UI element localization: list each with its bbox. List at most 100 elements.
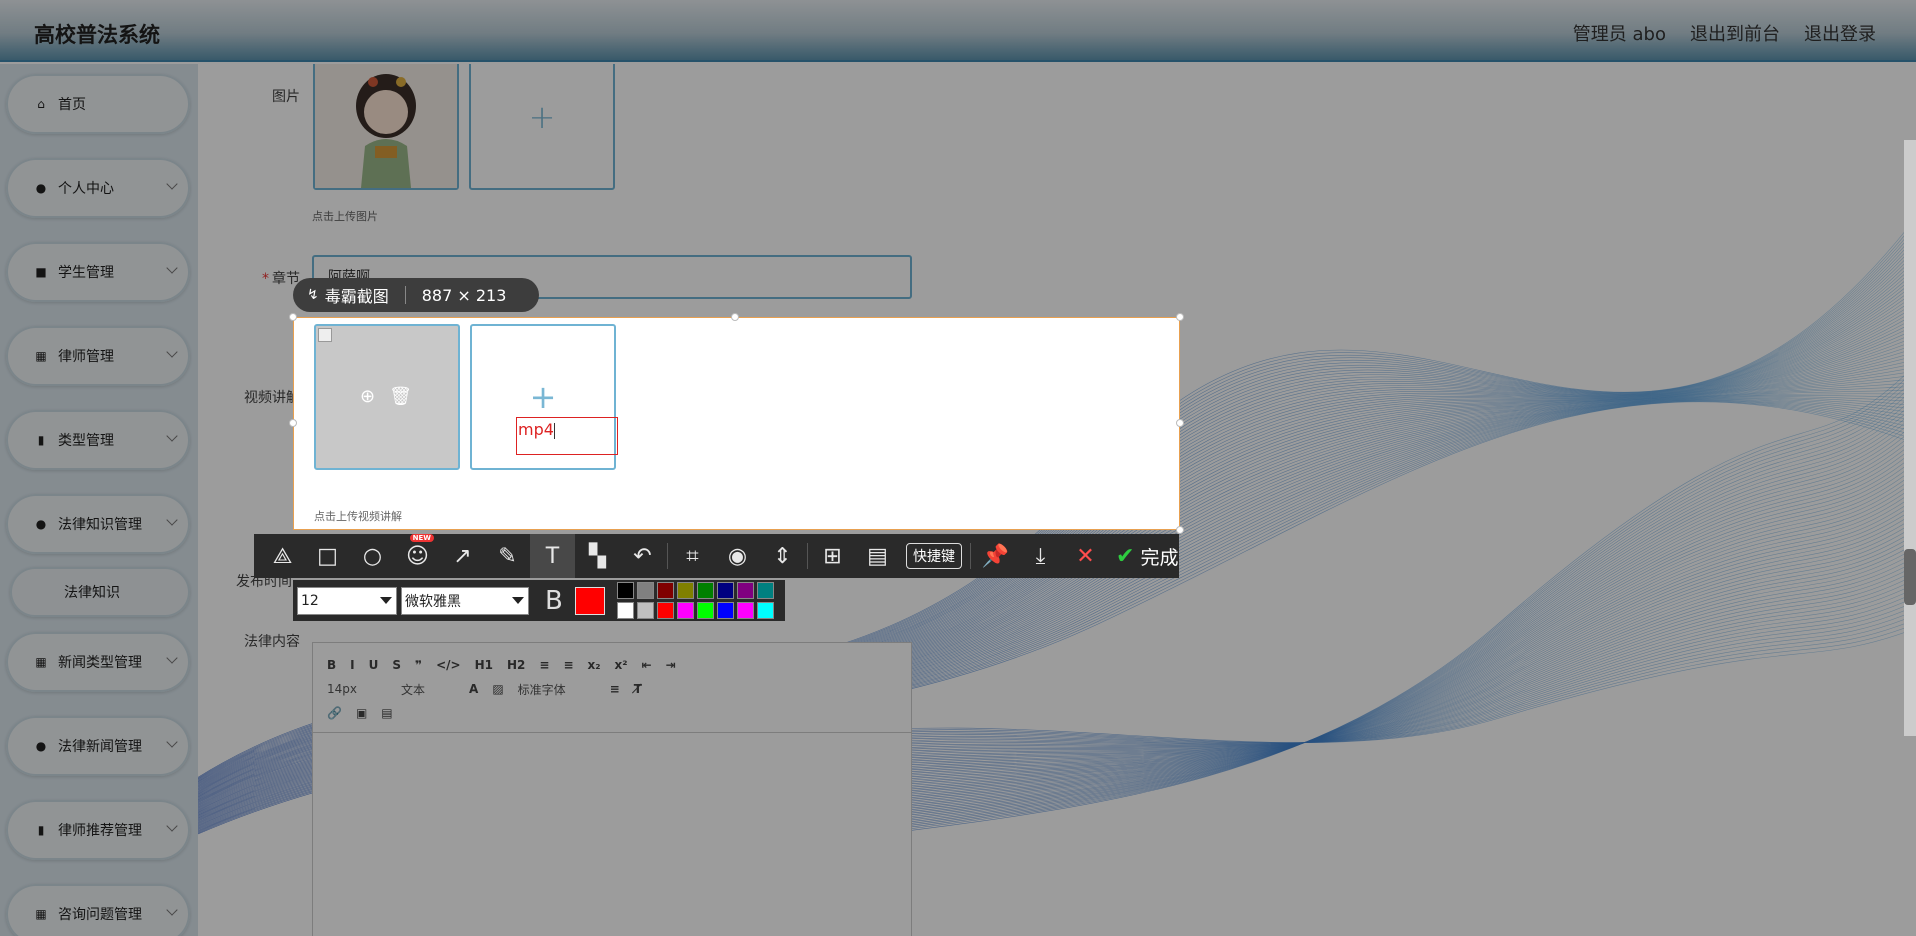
color-swatch[interactable] <box>676 602 694 619</box>
color-swatch[interactable] <box>616 602 634 619</box>
color-swatch[interactable] <box>736 602 754 619</box>
done-button[interactable]: ✔ 完成 <box>1116 543 1178 570</box>
editor-underline-button[interactable]: U <box>369 658 379 672</box>
text-style-select[interactable]: 文本 <box>401 681 425 698</box>
sidebar-item-types[interactable]: ▮ 类型管理 <box>6 410 190 470</box>
uploaded-video-thumbnail[interactable]: ⊕ 🗑 <box>314 324 460 470</box>
color-swatch[interactable] <box>756 602 774 619</box>
resize-handle-br[interactable] <box>1176 526 1184 534</box>
resize-handle-l[interactable] <box>289 419 297 427</box>
sidebar-item-news-types[interactable]: ▦ 新闻类型管理 <box>6 632 190 692</box>
download-button[interactable]: ⤓ <box>1018 534 1063 578</box>
editor-superscript-button[interactable]: x² <box>615 658 628 672</box>
sidebar-item-students[interactable]: ■ 学生管理 <box>6 242 190 302</box>
pin-button[interactable]: 📌 <box>973 534 1018 578</box>
current-color-swatch[interactable] <box>574 586 605 615</box>
marker-tool-button[interactable]: ✎ <box>485 534 530 578</box>
font-family-dropdown[interactable]: 微软雅黑 <box>401 586 529 615</box>
resize-handle-tl[interactable] <box>289 313 297 321</box>
editor-code-button[interactable]: </> <box>436 658 461 672</box>
arrow-tool-button[interactable]: ↗ <box>440 534 485 578</box>
color-swatch[interactable] <box>656 582 674 599</box>
font-family-select[interactable]: 标准字体 <box>518 681 566 698</box>
shape-tool-button[interactable]: ⟁ <box>260 534 305 578</box>
align-icon[interactable]: ≡ <box>610 682 620 696</box>
sidebar-item-law-news[interactable]: ● 法律新闻管理 <box>6 716 190 776</box>
editor-h2-button[interactable]: H2 <box>507 658 525 672</box>
resize-handle-t[interactable] <box>731 313 739 321</box>
exit-to-front-link[interactable]: 退出到前台 <box>1690 20 1780 46</box>
editor-bold-button[interactable]: B <box>327 658 336 672</box>
text-tool-button[interactable]: T <box>530 534 575 578</box>
sidebar-item-law-knowledge-mgmt[interactable]: ● 法律知识管理 <box>6 494 190 554</box>
resize-handle-r[interactable] <box>1176 419 1184 427</box>
chevron-down-icon <box>166 178 178 190</box>
editor-italic-button[interactable]: I <box>350 658 354 672</box>
add-screenshot-button[interactable]: ⊞ <box>810 534 855 578</box>
rich-text-editor[interactable]: B I U S ❞ </> H1 H2 ≡ ≡ x₂ x² ⇤ ⇥ 14px 文本 A ▨ 标准字体 ≡ … <box>312 642 912 936</box>
chevron-down-icon <box>166 736 178 748</box>
color-swatch[interactable] <box>736 582 754 599</box>
editor-indent-button[interactable]: ⇥ <box>666 658 676 672</box>
cancel-button[interactable]: ✕ <box>1063 534 1108 578</box>
shortcut-button[interactable]: 快捷键 <box>906 543 962 569</box>
editor-outdent-button[interactable]: ⇤ <box>642 658 652 672</box>
sidebar-item-consult-questions[interactable]: ▦ 咨询问题管理 <box>6 884 190 936</box>
uploaded-image-thumbnail[interactable] <box>313 64 459 190</box>
color-swatch[interactable] <box>696 602 714 619</box>
user-icon: ● <box>35 739 47 753</box>
editor-quote-button[interactable]: ❞ <box>415 658 422 672</box>
editor-strike-button[interactable]: S <box>392 658 401 672</box>
sidebar-subitem-law-knowledge[interactable]: 法律知识 <box>10 567 190 617</box>
color-swatch[interactable] <box>716 582 734 599</box>
font-color-icon[interactable]: A <box>469 682 478 696</box>
logout-link[interactable]: 退出登录 <box>1804 20 1876 46</box>
color-swatch[interactable] <box>676 582 694 599</box>
background-color-icon[interactable]: ▨ <box>492 682 503 696</box>
text-annotation[interactable]: mp4 <box>516 417 618 455</box>
admin-user-link[interactable]: 管理员 abo <box>1573 20 1666 46</box>
editor-bullet-list-button[interactable]: ≡ <box>563 658 573 672</box>
emoji-tool-button[interactable]: ☺ NEW <box>395 534 440 578</box>
sidebar-item-lawyer-recommend[interactable]: ▮ 律师推荐管理 <box>6 800 190 860</box>
editor-h1-button[interactable]: H1 <box>475 658 493 672</box>
sidebar-item-label: 新闻类型管理 <box>58 655 142 671</box>
font-size-value: 12 <box>301 592 319 609</box>
clear-format-icon[interactable]: T̸ <box>634 682 642 696</box>
scrollbar-thumb[interactable] <box>1904 549 1916 605</box>
color-swatch[interactable] <box>716 602 734 619</box>
color-swatch[interactable] <box>696 582 714 599</box>
sidebar-item-personal-center[interactable]: ● 个人中心 <box>6 158 190 218</box>
color-swatch[interactable] <box>616 582 634 599</box>
ocr-button[interactable]: ⌗ <box>670 534 715 578</box>
color-swatch[interactable] <box>656 602 674 619</box>
bold-toggle-button[interactable]: B <box>545 586 563 616</box>
resize-handle-tr[interactable] <box>1176 313 1184 321</box>
undo-button[interactable]: ↶ <box>620 534 665 578</box>
delete-icon[interactable]: 🗑 <box>389 386 412 407</box>
comment-button[interactable]: ▤ <box>855 534 900 578</box>
image-icon[interactable]: ▣ <box>356 706 367 720</box>
sidebar-item-home[interactable]: ⌂ 首页 <box>6 74 190 134</box>
font-size-dropdown[interactable]: 12 <box>297 586 397 615</box>
zoom-in-icon[interactable]: ⊕ <box>360 386 375 407</box>
long-screenshot-button[interactable]: ⇕ <box>760 534 805 578</box>
editor-subscript-button[interactable]: x₂ <box>588 658 601 672</box>
font-size-select[interactable]: 14px <box>327 682 357 696</box>
sidebar-item-lawyers[interactable]: ▦ 律师管理 <box>6 326 190 386</box>
link-icon[interactable]: 🔗 <box>327 706 342 720</box>
page-scrollbar[interactable] <box>1904 140 1916 736</box>
record-button[interactable]: ◉ <box>715 534 760 578</box>
mosaic-tool-button[interactable]: ▚ <box>575 534 620 578</box>
color-swatch[interactable] <box>636 602 654 619</box>
rectangle-tool-button[interactable]: □ <box>305 534 350 578</box>
screenshot-toolbar: ⟁ □ ○ ☺ NEW ↗ ✎ T ▚ ↶ ⌗ ◉ ⇕ ⊞ ▤ 快捷键 📌 ⤓ ✕… <box>254 534 1179 578</box>
color-swatch[interactable] <box>636 582 654 599</box>
sidebar-item-label: 法律知识 <box>64 585 120 601</box>
editor-ordered-list-button[interactable]: ≡ <box>539 658 549 672</box>
color-swatch[interactable] <box>756 582 774 599</box>
screenshot-selection-area[interactable]: ⊕ 🗑 + mp4 点击上传视频讲解 <box>293 317 1180 530</box>
video-icon[interactable]: ▤ <box>381 706 392 720</box>
ellipse-tool-button[interactable]: ○ <box>350 534 395 578</box>
image-upload-button[interactable]: + <box>469 64 615 190</box>
